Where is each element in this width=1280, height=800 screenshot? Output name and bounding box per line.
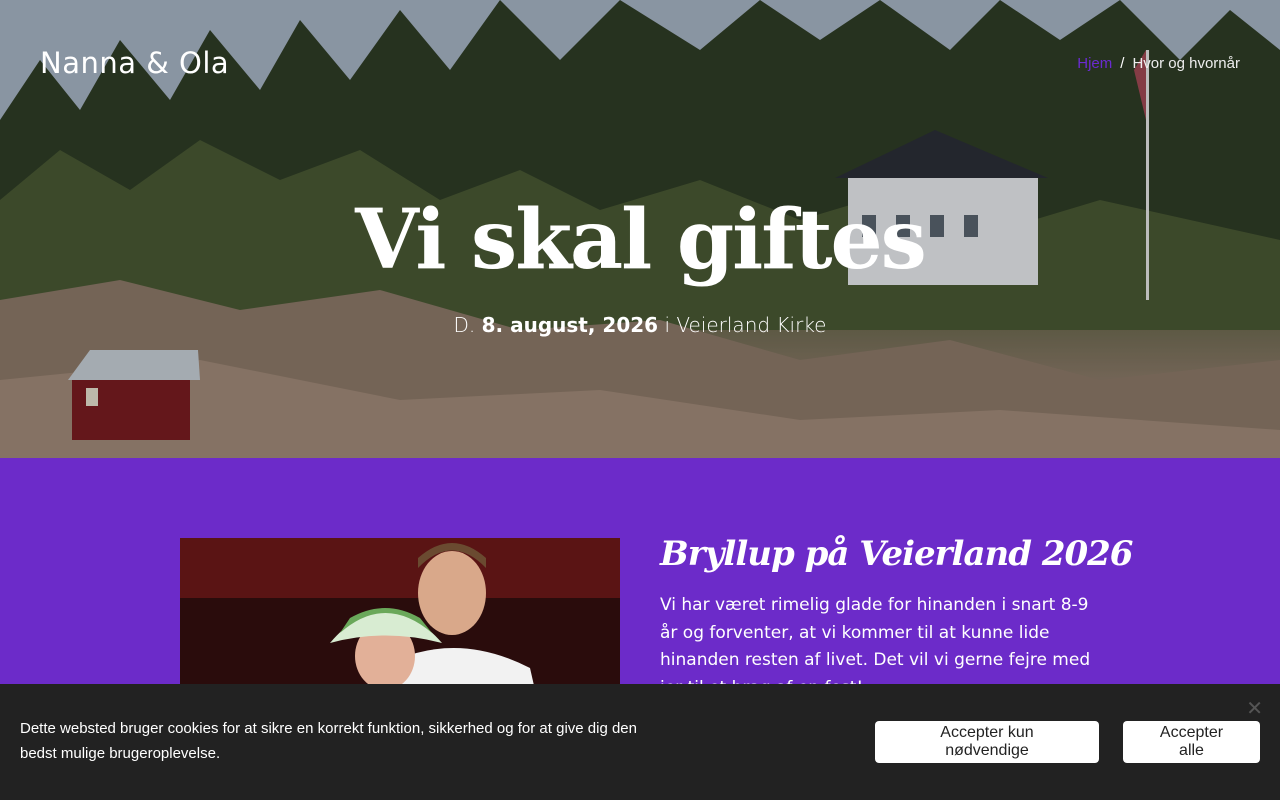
- site-logo[interactable]: Nanna & Ola: [40, 46, 229, 80]
- breadcrumb-separator: /: [1120, 55, 1125, 72]
- cookie-banner: Dette websted bruger cookies for at sikr…: [0, 684, 1280, 800]
- accept-necessary-button[interactable]: Accepter kun nødvendige: [875, 721, 1099, 763]
- accept-all-button[interactable]: Accepter alle: [1123, 721, 1260, 763]
- hero-subtitle: D. 8. august, 2026 i Veierland Kirke: [0, 313, 1280, 337]
- cookie-text: Dette websted bruger cookies for at sikr…: [20, 720, 637, 762]
- close-icon[interactable]: ✕: [1246, 696, 1263, 721]
- breadcrumb: Hjem / Hvor og hvornår: [1077, 55, 1240, 72]
- section-title: Bryllup på Veierland 2026: [660, 534, 1133, 574]
- hero-subtitle-prefix: D.: [453, 313, 476, 337]
- wedding-place: Veierland Kirke: [676, 313, 827, 337]
- breadcrumb-home-link[interactable]: Hjem: [1077, 55, 1112, 72]
- hero-banner: Nanna & Ola Hjem / Hvor og hvornår Vi sk…: [0, 0, 1280, 458]
- hero-subtitle-mid: i: [664, 313, 670, 337]
- wedding-date: 8. august, 2026: [481, 313, 659, 337]
- hero-title: Vi skal giftes: [355, 192, 927, 288]
- breadcrumb-current: Hvor og hvornår: [1132, 55, 1240, 72]
